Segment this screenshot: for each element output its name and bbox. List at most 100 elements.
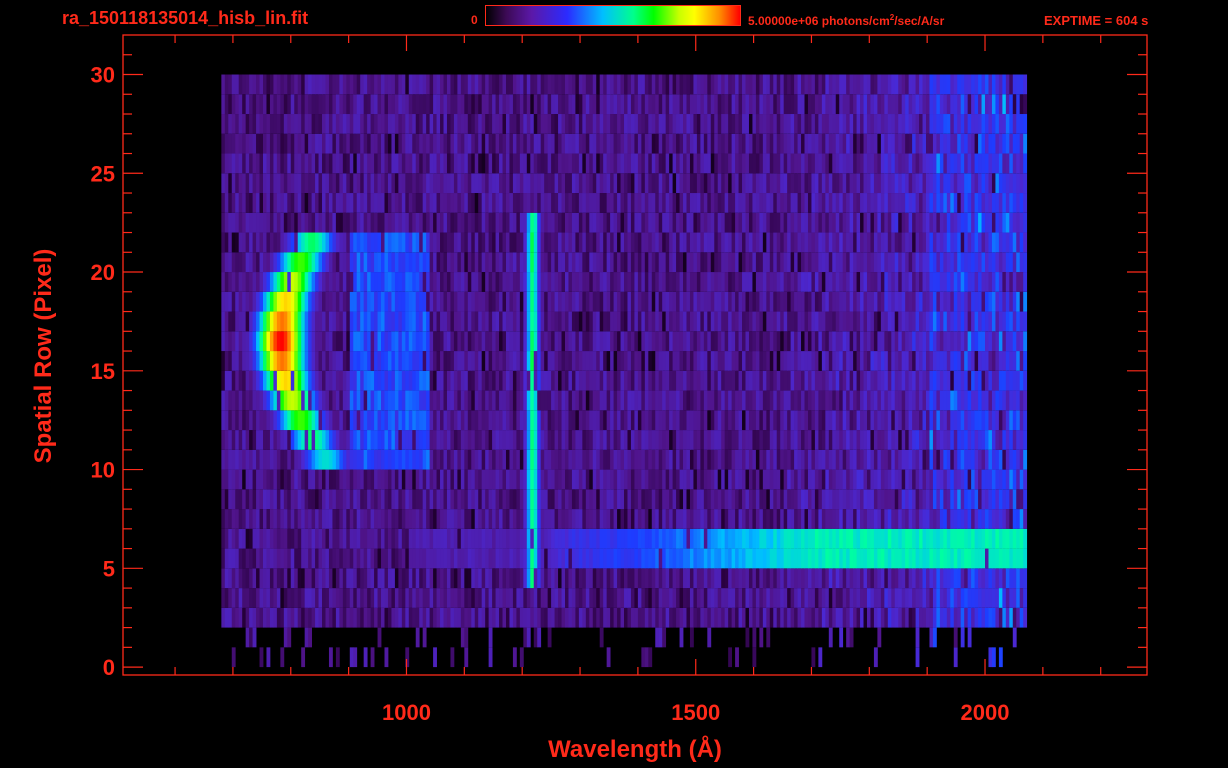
heatmap-cell: [971, 528, 975, 549]
heatmap-cell: [946, 311, 951, 332]
heatmap-cell: [762, 449, 767, 470]
heatmap-cell: [974, 390, 979, 411]
heatmap-cell: [700, 430, 705, 450]
heatmap-cell: [363, 272, 368, 292]
heatmap-cell: [301, 291, 306, 312]
heatmap-cell: [561, 509, 566, 529]
heatmap-cell: [908, 272, 913, 292]
heatmap-cell: [464, 489, 469, 510]
heatmap-cell: [797, 351, 802, 371]
heatmap-cell: [384, 212, 389, 233]
heatmap-cell: [363, 607, 368, 628]
heatmap-cell: [801, 410, 805, 431]
heatmap-cell: [530, 212, 535, 233]
heatmap-cell: [703, 607, 708, 628]
heatmap-cell: [349, 647, 354, 668]
heatmap-cell: [301, 647, 306, 668]
heatmap-cell: [988, 588, 993, 608]
heatmap-cell: [613, 469, 618, 490]
heatmap-cell: [367, 410, 372, 431]
heatmap-cell: [648, 588, 653, 608]
heatmap-cell: [346, 449, 351, 470]
heatmap-cell: [405, 449, 410, 470]
heatmap-cell: [825, 509, 830, 529]
heatmap-cell: [252, 291, 257, 312]
heatmap-cell: [353, 430, 358, 450]
heatmap-cell: [446, 607, 451, 628]
heatmap-cell: [551, 528, 555, 549]
heatmap-cell: [1009, 232, 1014, 253]
heatmap-cell: [863, 252, 868, 273]
heatmap-cell: [231, 291, 236, 312]
heatmap-cell: [589, 212, 594, 233]
heatmap-cell: [238, 509, 243, 529]
heatmap-cell: [926, 291, 930, 312]
heatmap-cell: [571, 509, 576, 529]
heatmap-cell: [578, 410, 583, 431]
heatmap-cell: [891, 410, 896, 431]
heatmap-cell: [582, 232, 587, 253]
heatmap-cell: [571, 252, 576, 273]
heatmap-cell: [401, 351, 406, 371]
heatmap-cell: [606, 430, 611, 450]
heatmap-cell: [998, 588, 1003, 608]
heatmap-cell: [828, 291, 833, 312]
heatmap-cell: [971, 212, 975, 233]
heatmap-cell: [391, 449, 396, 470]
heatmap-cell: [387, 370, 392, 391]
heatmap-cell: [967, 311, 972, 332]
heatmap-cell: [294, 588, 299, 608]
heatmap-cell: [696, 252, 701, 273]
heatmap-cell: [929, 548, 934, 569]
heatmap-cell: [370, 449, 375, 470]
heatmap-cell: [995, 390, 1000, 411]
heatmap-cell: [269, 351, 274, 371]
heatmap-cell: [717, 212, 722, 233]
heatmap-cell: [651, 232, 656, 253]
heatmap-cell: [231, 430, 236, 450]
heatmap-cell: [811, 311, 816, 332]
heatmap-cell: [821, 449, 826, 470]
heatmap-cell: [988, 390, 993, 411]
heatmap-cell: [974, 291, 979, 312]
heatmap-cell: [915, 627, 920, 648]
heatmap-cell: [755, 351, 760, 371]
heatmap-cell: [1002, 430, 1007, 450]
heatmap-cell: [839, 449, 844, 470]
heatmap-cell: [676, 212, 680, 233]
heatmap-cell: [877, 509, 882, 529]
heatmap-cell: [804, 509, 809, 529]
heatmap-cell: [460, 607, 465, 628]
heatmap-cell: [540, 528, 545, 549]
heatmap-cell: [766, 410, 771, 431]
heatmap-cell: [301, 272, 306, 292]
heatmap-cell: [530, 489, 535, 510]
heatmap-cell: [221, 193, 226, 213]
heatmap-cell: [839, 370, 844, 391]
heatmap-cell: [252, 469, 257, 490]
heatmap-cell: [478, 272, 483, 292]
heatmap-cell: [665, 410, 670, 431]
heatmap-cell: [686, 351, 691, 371]
heatmap-cell: [637, 232, 642, 253]
heatmap-cell: [853, 390, 857, 411]
heatmap-cell: [686, 568, 691, 589]
heatmap-cell: [710, 410, 715, 431]
heatmap-cell: [787, 331, 792, 352]
heatmap-cell: [1012, 469, 1017, 490]
heatmap-cell: [745, 370, 750, 391]
heatmap-cell: [759, 351, 764, 371]
heatmap-cell: [846, 528, 851, 549]
heatmap-cell: [440, 212, 444, 233]
heatmap-cell: [266, 489, 271, 510]
heatmap-cell: [457, 509, 462, 529]
heatmap-cell: [568, 370, 573, 391]
heatmap-cell: [693, 331, 698, 352]
heatmap-cell: [558, 252, 562, 273]
heatmap-cell: [582, 212, 587, 233]
heatmap-cell: [710, 607, 715, 628]
heatmap-cell: [575, 588, 580, 608]
heatmap-cell: [374, 252, 378, 273]
heatmap-cell: [453, 430, 458, 450]
heatmap-cell: [551, 430, 555, 450]
